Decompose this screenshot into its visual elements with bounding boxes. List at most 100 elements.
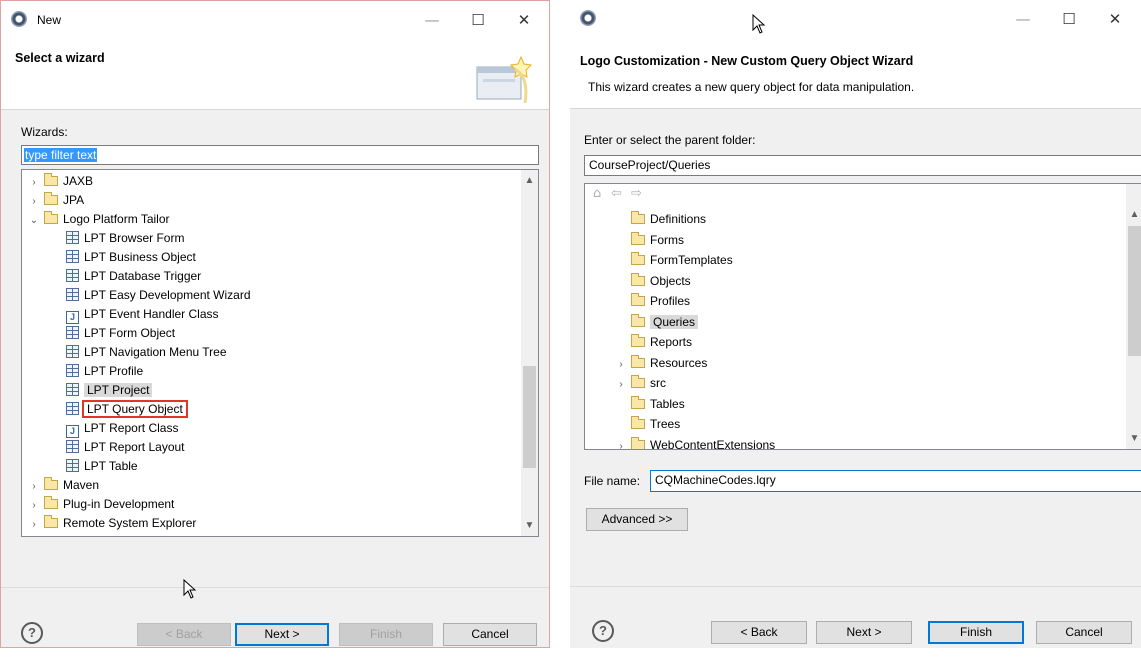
tree-folder-row[interactable]: Objects	[615, 272, 691, 291]
tree-folder-row[interactable]: › JPA	[28, 191, 84, 210]
scroll-thumb[interactable]	[523, 366, 536, 468]
cancel-button[interactable]: Cancel	[443, 623, 537, 646]
scroll-thumb[interactable]	[1128, 226, 1141, 356]
tree-item-label: WebContentExtensions	[650, 437, 776, 450]
tree-item-label: Profiles	[650, 294, 691, 308]
back-button[interactable]: < Back	[137, 623, 231, 646]
twisty-icon[interactable]: ›	[28, 173, 40, 192]
filter-input[interactable]: type filter text	[21, 145, 539, 165]
tree-item-row[interactable]: LPT Query Object	[66, 400, 188, 419]
tree-item-row[interactable]: J LPT Report Class	[66, 419, 178, 438]
tree-folder-row[interactable]: › WebContentExtensions	[615, 436, 776, 450]
tree-item-label: JPA	[63, 193, 85, 207]
tree-folder-row[interactable]: › Remote System Explorer	[28, 514, 196, 533]
twisty-icon[interactable]: ›	[28, 192, 40, 211]
tree-folder-row[interactable]: Reports	[615, 333, 692, 352]
tree-folder-row[interactable]: › Maven	[28, 476, 99, 495]
parent-folder-input[interactable]: CourseProject/Queries	[584, 155, 1141, 176]
twisty-icon[interactable]: ›	[28, 477, 40, 496]
close-button[interactable]: ✕	[1100, 8, 1130, 30]
wizards-tree[interactable]: › JAXB › JPA ⌄ Logo Platform Tailor LPT Browse…	[21, 169, 539, 537]
wizards-label: Wizards:	[21, 125, 68, 139]
mouse-cursor-icon	[183, 579, 197, 599]
tree-item-row[interactable]: LPT Easy Development Wizard	[66, 286, 251, 305]
tree-item-row[interactable]: LPT Business Object	[66, 248, 196, 267]
folder-icon	[631, 252, 645, 265]
tree-nav-bar: ⌂ ⇦ ⇨	[585, 184, 1141, 206]
java-file-icon: J	[66, 311, 79, 324]
tree-item-row[interactable]: J LPT Event Handler Class	[66, 305, 219, 324]
scroll-up-icon[interactable]: ▲	[521, 172, 538, 189]
tree-item-row[interactable]: LPT Project	[66, 381, 153, 400]
tree-item-row[interactable]: LPT Form Object	[66, 324, 175, 343]
tree-item-row[interactable]: LPT Navigation Menu Tree	[66, 343, 227, 362]
tree-folder-row[interactable]: FormTemplates	[615, 251, 733, 270]
tree-folder-row[interactable]: › JAXB	[28, 172, 93, 191]
folder-icon	[631, 395, 645, 409]
tree-item-label: Trees	[650, 417, 681, 431]
next-button[interactable]: Next >	[816, 621, 912, 644]
maximize-button[interactable]: ☐	[1054, 8, 1084, 30]
tree-item-label: FormTemplates	[650, 253, 733, 267]
help-icon[interactable]: ?	[592, 620, 614, 642]
maximize-button[interactable]: ☐	[463, 9, 493, 31]
help-icon[interactable]: ?	[21, 622, 43, 644]
folder-icon	[631, 375, 645, 388]
cancel-button[interactable]: Cancel	[1036, 621, 1132, 644]
tree-folder-row[interactable]: › src	[615, 374, 666, 393]
scroll-down-icon[interactable]: ▼	[1126, 430, 1141, 447]
folder-icon	[631, 313, 645, 327]
twisty-icon[interactable]: ›	[615, 437, 627, 450]
tree-item-row[interactable]: LPT Table	[66, 457, 138, 476]
tree-item-label: src	[650, 376, 666, 390]
minimize-button[interactable]: —	[1008, 8, 1038, 30]
twisty-icon[interactable]: ›	[28, 496, 40, 515]
tree-item-row[interactable]: LPT Profile	[66, 362, 143, 381]
finish-button[interactable]: Finish	[928, 621, 1024, 644]
tree-scrollbar[interactable]: ▲ ▼	[521, 170, 538, 536]
home-icon[interactable]: ⌂	[593, 186, 601, 201]
tree-item-row[interactable]: LPT Database Trigger	[66, 267, 201, 286]
twisty-icon[interactable]: ›	[615, 355, 627, 374]
tree-folder-row[interactable]: Forms	[615, 231, 684, 250]
minimize-button[interactable]: —	[417, 9, 447, 31]
back-arrow-icon[interactable]: ⇦	[611, 186, 622, 201]
tree-folder-row[interactable]: › Plug-in Development	[28, 495, 174, 514]
tree-item-row[interactable]: LPT Browser Form	[66, 229, 184, 248]
tree-folder-row[interactable]: Queries	[615, 313, 699, 332]
tree-folder-row[interactable]: Definitions	[615, 210, 706, 229]
scroll-down-icon[interactable]: ▼	[521, 517, 538, 534]
tree-item-label: Maven	[63, 478, 100, 492]
tree-item-label: Resources	[650, 355, 708, 370]
new-wizard-dialog: New — ☐ ✕ Select a wizard Wizards: type …	[0, 0, 550, 648]
wizard-banner-icon	[476, 55, 533, 104]
next-button[interactable]: Next >	[235, 623, 329, 646]
folder-tree[interactable]: ⌂ ⇦ ⇨ Definitions Forms FormTemplates Objec…	[584, 183, 1141, 450]
tree-item-label: Tables	[650, 396, 685, 411]
java-file-icon: J	[66, 425, 79, 438]
tree-scrollbar[interactable]: ▲ ▼	[1126, 184, 1141, 449]
finish-button[interactable]: Finish	[339, 623, 433, 646]
tree-folder-row[interactable]: Tables	[615, 395, 685, 414]
forward-arrow-icon[interactable]: ⇨	[631, 186, 642, 201]
wizard-item-icon	[66, 459, 79, 472]
tree-folder-row[interactable]: ⌄ Logo Platform Tailor	[28, 210, 170, 229]
folder-icon	[631, 272, 645, 286]
twisty-icon[interactable]: ›	[28, 515, 40, 534]
close-button[interactable]: ✕	[509, 9, 539, 31]
folder-icon	[631, 293, 645, 306]
scroll-up-icon[interactable]: ▲	[1126, 206, 1141, 223]
twisty-icon[interactable]: ⌄	[28, 211, 40, 230]
tree-folder-row[interactable]: › Resources	[615, 354, 707, 373]
tree-folder-row[interactable]: Trees	[615, 415, 680, 434]
tree-item-row[interactable]: LPT Report Layout	[66, 438, 185, 457]
tree-folder-row[interactable]: Profiles	[615, 292, 690, 311]
wizard-item-icon	[66, 364, 79, 377]
wizard-item-icon	[66, 288, 79, 301]
twisty-icon[interactable]: ›	[615, 375, 627, 394]
advanced-button[interactable]: Advanced >>	[586, 508, 688, 531]
back-button[interactable]: < Back	[711, 621, 807, 644]
file-name-input[interactable]: CQMachineCodes.lqry	[650, 470, 1141, 492]
title-bar: New — ☐ ✕	[1, 1, 549, 41]
wizard-item-icon	[66, 269, 79, 282]
